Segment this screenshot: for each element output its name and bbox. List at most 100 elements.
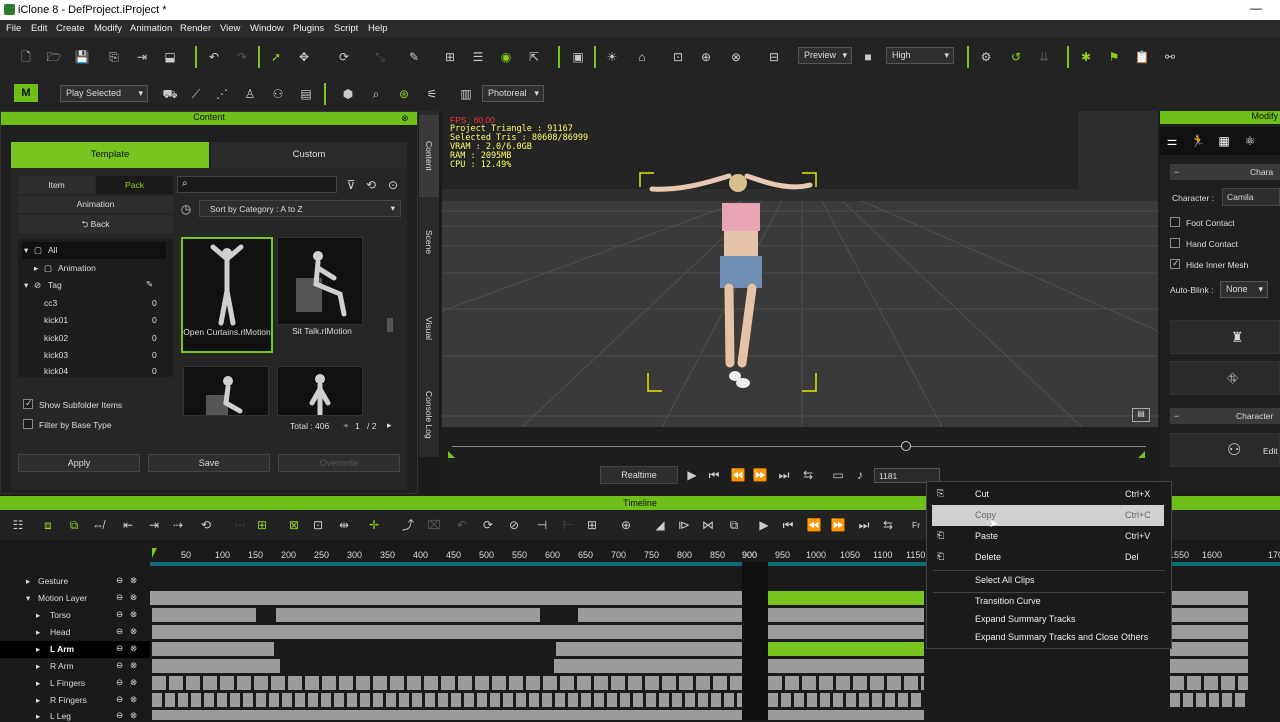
- layout-icon[interactable]: ☰: [470, 49, 486, 65]
- collect-clip-icon[interactable]: ⇤: [120, 517, 136, 533]
- mute-icon[interactable]: ⊖: [116, 626, 123, 637]
- visibility-eye-icon[interactable]: ◉: [498, 49, 514, 65]
- blend-icon[interactable]: ⊠: [286, 517, 302, 533]
- l-arm-clip[interactable]: [556, 642, 742, 656]
- fit-range-icon[interactable]: ⧐: [676, 517, 692, 533]
- tree-item-tag[interactable]: ▾ ⊘ Tag ✎: [22, 277, 167, 294]
- mute-icon[interactable]: ⊖: [116, 643, 123, 654]
- prev-page-icon[interactable]: ◂: [343, 420, 348, 431]
- menu-create[interactable]: Create: [56, 23, 85, 34]
- time-scrubber-track[interactable]: [452, 446, 1146, 447]
- auto-blink-dropdown[interactable]: None: [1220, 281, 1268, 298]
- menu-file[interactable]: File: [6, 23, 21, 34]
- transition-icon[interactable]: ⊞: [254, 517, 270, 533]
- loop-icon[interactable]: ⇆: [800, 467, 816, 483]
- vehicle-icon[interactable]: ⛟: [162, 86, 178, 102]
- save-button[interactable]: Save: [148, 454, 270, 472]
- key-icon[interactable]: ⧈: [40, 517, 56, 533]
- new-file-icon[interactable]: 🗋: [18, 49, 34, 65]
- menu-view[interactable]: View: [220, 23, 240, 34]
- path-icon[interactable]: ⟋: [188, 86, 204, 102]
- mute-icon[interactable]: ⊖: [116, 592, 123, 603]
- window-icon[interactable]: ▣: [570, 49, 586, 65]
- clipboard-icon[interactable]: 📋: [1134, 49, 1150, 65]
- mute-icon[interactable]: ⊖: [116, 677, 123, 688]
- fit-left-icon[interactable]: ◢: [652, 517, 668, 533]
- skip-start-icon[interactable]: ⏮: [706, 467, 722, 483]
- timeline-skip-end-icon[interactable]: ⏭: [856, 517, 872, 533]
- record-icon[interactable]: ▤: [298, 86, 314, 102]
- tree-item-cc3[interactable]: cc3 0: [22, 295, 167, 312]
- thumb-sitting[interactable]: [183, 366, 269, 416]
- settings-sliders-icon[interactable]: ⚟: [424, 86, 440, 102]
- edit-character-button[interactable]: ⚇ Edit: [1170, 433, 1280, 467]
- r-arm-clip[interactable]: [1170, 659, 1248, 673]
- track-motion-layer[interactable]: ▾ Motion Layer ⊖ ⊗: [0, 590, 150, 607]
- tree-item-kick04[interactable]: kick04 0: [22, 365, 167, 377]
- timeline-skip-start-icon[interactable]: ⏮: [780, 517, 796, 533]
- time-scrubber-handle[interactable]: [901, 441, 911, 451]
- track-list-icon[interactable]: ☷: [10, 517, 26, 533]
- l-fingers-clip[interactable]: [768, 676, 924, 690]
- soft-cloth-icon[interactable]: ↺: [1008, 49, 1024, 65]
- l-leg-clip[interactable]: [768, 710, 924, 720]
- tab-template[interactable]: Template: [11, 142, 209, 168]
- add-marker-icon[interactable]: ⊣: [534, 517, 550, 533]
- mute-icon[interactable]: ⊖: [116, 694, 123, 705]
- range-end-marker[interactable]: [1138, 451, 1145, 458]
- close-track-icon[interactable]: ⊗: [130, 710, 137, 721]
- reset-icon[interactable]: ⟳: [480, 517, 496, 533]
- subtab-item[interactable]: Item: [18, 176, 95, 194]
- motion-layer-clip[interactable]: [1170, 591, 1248, 605]
- motion-director-logo[interactable]: M: [14, 84, 38, 102]
- subtab-pack[interactable]: Pack: [96, 176, 173, 194]
- search-input[interactable]: ⌕: [177, 176, 337, 193]
- r-arm-clip[interactable]: [152, 659, 280, 673]
- scale-icon[interactable]: ⤡: [372, 49, 388, 65]
- menu-item-select-all[interactable]: Select All Clips: [927, 570, 1173, 591]
- realtime-button[interactable]: Realtime: [600, 466, 678, 484]
- motion-layer-clip[interactable]: [150, 591, 742, 605]
- break-icon[interactable]: ⋯: [232, 517, 248, 533]
- mute-icon[interactable]: ⊖: [116, 710, 123, 721]
- remove-icon[interactable]: ⊘: [506, 517, 522, 533]
- character-select[interactable]: Camila: [1222, 188, 1280, 206]
- camera-icon[interactable]: ■: [860, 49, 876, 65]
- timeline-step-back-icon[interactable]: ⏪: [806, 517, 822, 533]
- tree-item-kick02[interactable]: kick02 0: [22, 330, 167, 347]
- menu-render[interactable]: Render: [180, 23, 211, 34]
- zoom-icon[interactable]: ⊡: [670, 49, 686, 65]
- zoom-timeline-icon[interactable]: ⊕: [618, 517, 634, 533]
- step-forward-icon[interactable]: ⏩: [752, 467, 768, 483]
- menu-modify[interactable]: Modify: [94, 23, 122, 34]
- motion-layer-clip-selected[interactable]: [768, 591, 924, 605]
- playhead-start-marker[interactable]: [152, 548, 157, 558]
- side-tab-content[interactable]: Content: [419, 115, 439, 197]
- split-icon[interactable]: ⊞: [584, 517, 600, 533]
- menu-help[interactable]: Help: [368, 23, 388, 34]
- head-clip[interactable]: [768, 625, 924, 639]
- export-icon[interactable]: ⇥: [134, 49, 150, 65]
- sort-dropdown[interactable]: Sort by Category : A to Z ▾: [199, 200, 401, 217]
- torso-clip[interactable]: [1170, 608, 1248, 622]
- menu-edit[interactable]: Edit: [31, 23, 47, 34]
- mute-icon[interactable]: ⊖: [116, 575, 123, 586]
- sync-icon[interactable]: ⟲: [198, 517, 214, 533]
- insert-icon[interactable]: ⇥: [146, 517, 162, 533]
- tree-item-kick03[interactable]: kick03 0: [22, 347, 167, 364]
- undo-track-icon[interactable]: ↶: [454, 517, 470, 533]
- filter-base-checkbox[interactable]: [23, 419, 33, 429]
- cube-icon[interactable]: ⬢: [340, 86, 356, 102]
- menu-animation[interactable]: Animation: [130, 23, 172, 34]
- physics-icon[interactable]: ⚙: [978, 49, 994, 65]
- tree-item-all[interactable]: ▾ ▢ All: [22, 242, 166, 259]
- menu-plugins[interactable]: Plugins: [293, 23, 324, 34]
- filter-icon[interactable]: ⊽: [343, 177, 359, 193]
- head-clip[interactable]: [1170, 625, 1248, 639]
- play-mode-dropdown[interactable]: Play Selected: [60, 85, 148, 102]
- mocap-button[interactable]: ⛗: [1170, 361, 1280, 395]
- r-fingers-clip[interactable]: [152, 693, 742, 707]
- l-fingers-clip[interactable]: [1170, 676, 1248, 690]
- history-icon[interactable]: ◷: [178, 201, 194, 217]
- tree-item-animation[interactable]: ▸ ▢ Animation: [22, 260, 167, 277]
